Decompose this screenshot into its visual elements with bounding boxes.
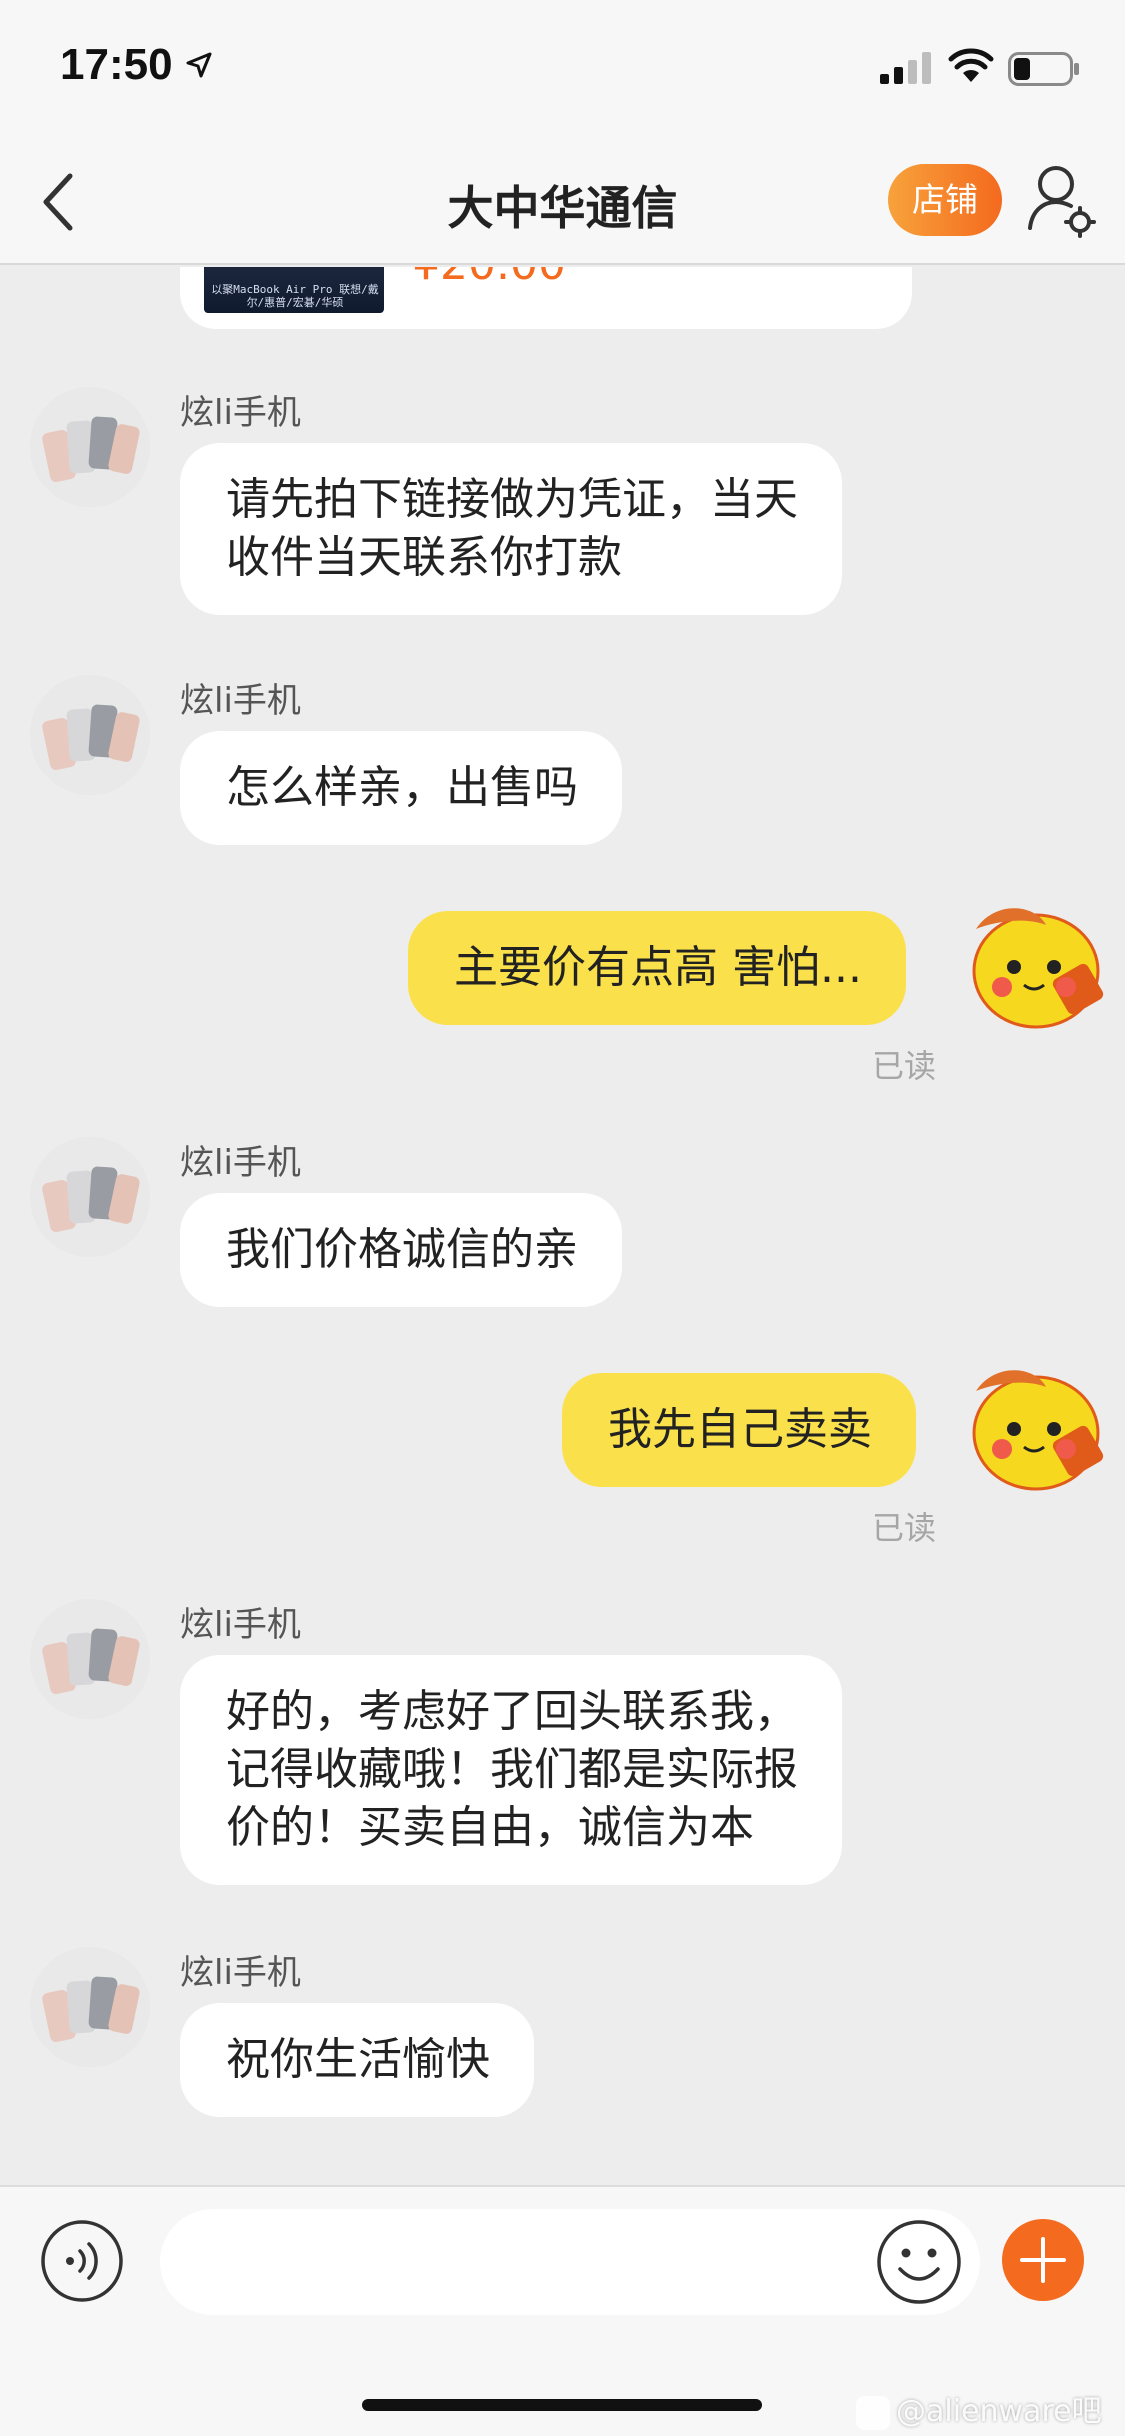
message-bubble-incoming[interactable]: 请先拍下链接做为凭证，当天 收件当天联系你打款: [180, 443, 842, 615]
signal-icon: [880, 52, 931, 84]
sender-name: 炫li手机: [180, 1143, 301, 1183]
wifi-icon: [948, 48, 994, 82]
read-receipt: 已读: [872, 1047, 937, 1085]
store-button[interactable]: 店铺: [888, 164, 1002, 236]
my-avatar[interactable]: [966, 899, 1106, 1029]
watermark: @alienware吧: [856, 2386, 1102, 2430]
seller-avatar[interactable]: [30, 387, 150, 507]
product-thumbnail-caption: 以聚MacBook Air Pro 联想/戴尔/惠普/宏碁/华硕: [211, 283, 379, 309]
seller-avatar[interactable]: [30, 1599, 150, 1719]
message-bubble-incoming[interactable]: 祝你生活愉快: [180, 2003, 534, 2117]
message-bubble-outgoing[interactable]: 主要价有点高 害怕...: [408, 911, 906, 1025]
my-avatar[interactable]: [966, 1361, 1106, 1491]
home-indicator: [362, 2399, 762, 2411]
sender-name: 炫li手机: [180, 681, 301, 721]
voice-icon[interactable]: [40, 2219, 124, 2303]
seller-avatar[interactable]: [30, 675, 150, 795]
message-line: 怎么样亲，出售吗: [226, 762, 578, 813]
product-thumbnail: 以聚MacBook Air Pro 联想/戴尔/惠普/宏碁/华硕: [204, 267, 384, 313]
message-line: 我们价格诚信的亲: [226, 1224, 578, 1275]
message-bubble-incoming[interactable]: 我们价格诚信的亲: [180, 1193, 622, 1307]
chat-area[interactable]: 以聚MacBook Air Pro 联想/戴尔/惠普/宏碁/华硕 ¥20.00 …: [0, 267, 1125, 2185]
message-line: 我先自己卖卖: [608, 1404, 872, 1455]
message-bubble-incoming[interactable]: 好的，考虑好了回头联系我， 记得收藏哦！我们都是实际报 价的！买卖自由，诚信为本: [180, 1655, 842, 1885]
battery-icon: [1008, 52, 1079, 86]
sender-name: 炫li手机: [180, 393, 301, 433]
seller-avatar[interactable]: [30, 1137, 150, 1257]
watermark-text: @alienware吧: [896, 2394, 1102, 2429]
read-receipt: 已读: [872, 1509, 937, 1547]
message-line: 收件当天联系你打款: [226, 532, 622, 583]
message-line: 祝你生活愉快: [226, 2034, 490, 2085]
seller-avatar[interactable]: [30, 1947, 150, 2067]
status-bar: 17:50: [0, 0, 1125, 140]
plus-icon[interactable]: [1002, 2219, 1084, 2301]
message-bubble-incoming[interactable]: 怎么样亲，出售吗: [180, 731, 622, 845]
user-settings-icon[interactable]: [1026, 162, 1096, 238]
sender-name: 炫li手机: [180, 1953, 301, 1993]
sender-name: 炫li手机: [180, 1605, 301, 1645]
nav-bar: 大中华通信 店铺: [0, 140, 1125, 265]
message-line: 好的，考虑好了回头联系我，: [226, 1686, 798, 1737]
message-line: 记得收藏哦！我们都是实际报: [226, 1744, 798, 1795]
emoji-icon[interactable]: [876, 2219, 962, 2305]
status-time: 17:50: [60, 40, 173, 89]
watermark-logo-icon: [856, 2395, 890, 2430]
message-bubble-outgoing[interactable]: 我先自己卖卖: [562, 1373, 916, 1487]
message-input[interactable]: [160, 2209, 980, 2315]
product-card[interactable]: 以聚MacBook Air Pro 联想/戴尔/惠普/宏碁/华硕 ¥20.00: [180, 267, 912, 329]
product-price: ¥20.00: [412, 267, 566, 290]
message-line: 主要价有点高 害怕...: [454, 942, 862, 993]
message-line: 价的！买卖自由，诚信为本: [226, 1802, 754, 1853]
location-arrow-icon: [186, 52, 212, 78]
message-line: 请先拍下链接做为凭证，当天: [226, 474, 798, 525]
